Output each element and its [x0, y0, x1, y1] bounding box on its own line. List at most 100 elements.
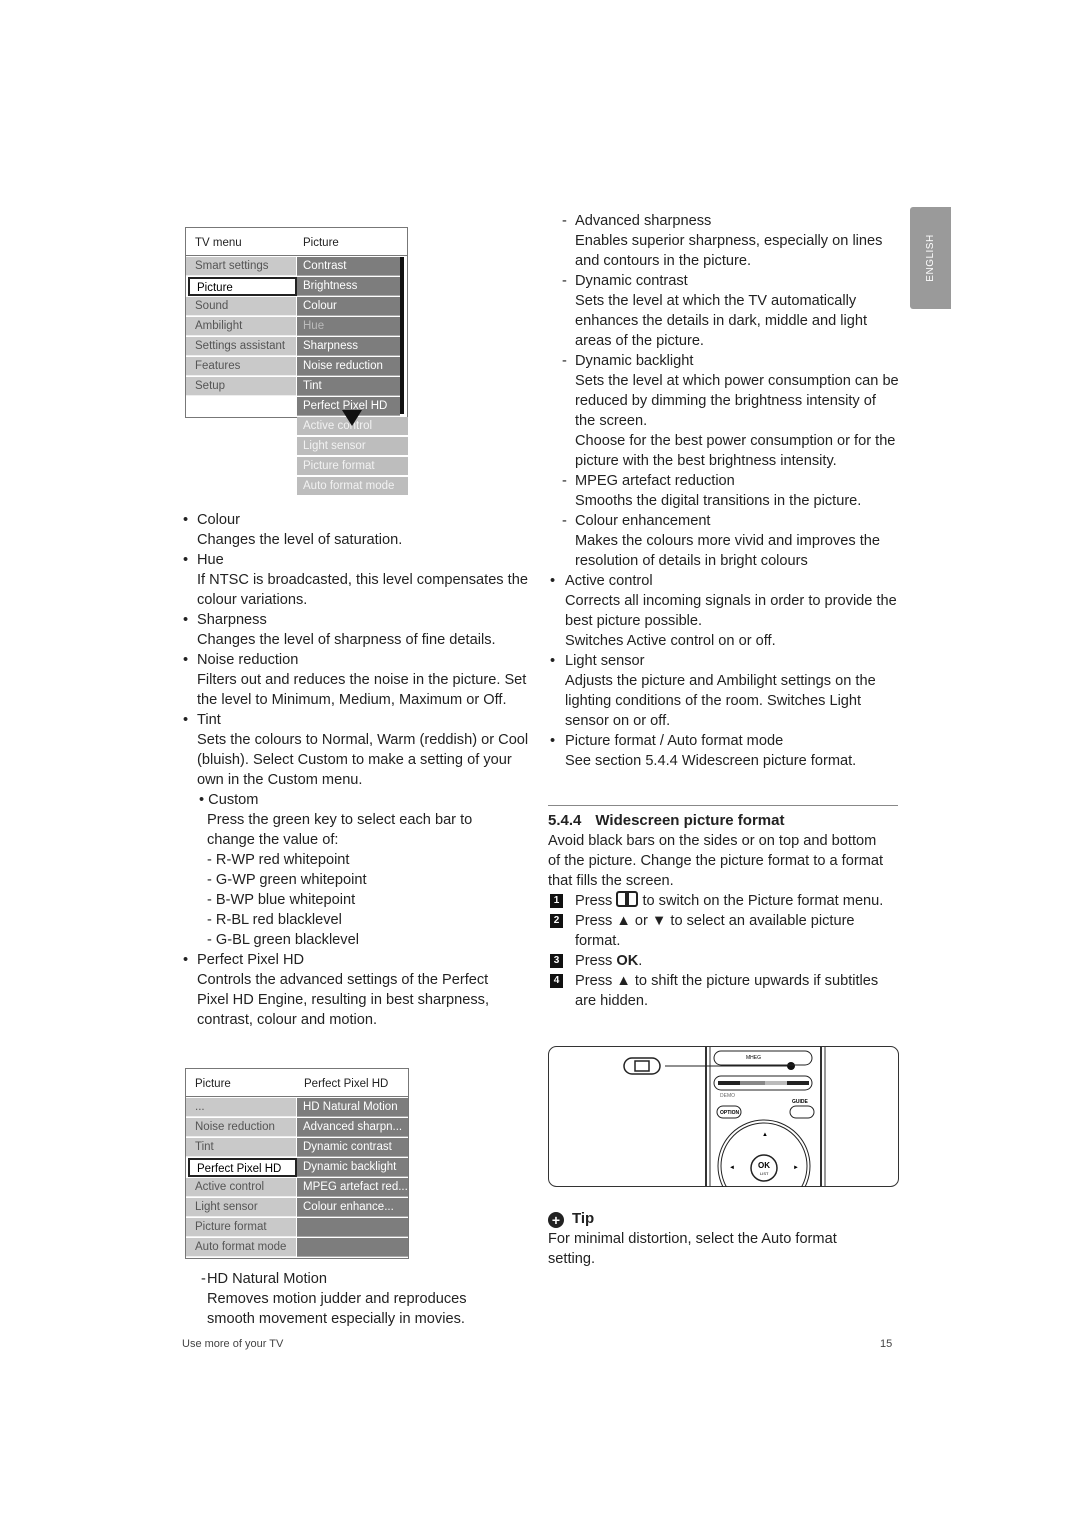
step-text: Press ▲ or ▼ to select an available pict…: [575, 913, 855, 949]
perfect-pixel-menu-screenshot: Picture Perfect Pixel HD ... Noise reducti…: [185, 1068, 409, 1259]
item-title: Noise reduction: [197, 652, 299, 668]
bullet-marker: •: [183, 952, 189, 968]
item-title: Colour enhancement: [575, 513, 711, 529]
menu-item-right[interactable]: Colour: [297, 297, 400, 316]
ok-label: OK: [758, 1161, 770, 1170]
menu-item-more[interactable]: Light sensor: [297, 437, 408, 456]
dash-marker: -: [207, 872, 216, 888]
item-title: Active control: [565, 573, 653, 589]
menu-item-right[interactable]: Brightness: [297, 277, 400, 296]
menu-item-right[interactable]: Noise reduction: [297, 357, 400, 376]
bullet-marker: •: [183, 512, 189, 528]
dash-marker: -: [562, 353, 567, 369]
menu-item-right[interactable]: Hue: [297, 317, 400, 336]
left-column: • Colour Changes the level of saturation. •…: [183, 510, 533, 1030]
menu-item-left[interactable]: Active control: [186, 1178, 296, 1197]
footer-title: Use more of your TV: [182, 1338, 284, 1350]
menu-item-right[interactable]: Sharpness: [297, 337, 400, 356]
dash-marker: -: [207, 852, 216, 868]
custom-desc: Press the green key to select each bar t…: [207, 812, 473, 848]
item-title: Perfect Pixel HD: [197, 952, 305, 968]
menu-item-left[interactable]: Settings assistant: [186, 337, 296, 356]
dash-marker: -: [207, 892, 216, 908]
item-desc: Controls the advanced settings of the Pe…: [197, 972, 490, 1028]
dash-marker: -: [562, 213, 567, 229]
menu-header-right: Picture: [303, 237, 339, 249]
option-label: OPTION: [720, 1110, 740, 1116]
step-text: Press: [575, 953, 613, 969]
menu-item-right[interactable]: Tint: [297, 377, 400, 396]
menu-item-left[interactable]: Setup: [186, 377, 296, 396]
step-4: 4 Press ▲ to shift the picture upwards if…: [548, 971, 898, 1011]
menu-item-left[interactable]: Features: [186, 357, 296, 376]
menu-item-right[interactable]: MPEG artefact red...: [297, 1178, 408, 1197]
item-desc: Removes motion judder and reproduces smo…: [207, 1291, 467, 1327]
list-item: • Sharpness Changes the level of sharpness…: [183, 610, 533, 650]
dash-marker: -: [562, 473, 567, 489]
section-title: Widescreen picture format: [595, 812, 785, 829]
menu-item-left[interactable]: Picture format: [186, 1218, 296, 1237]
demo-label: DEMO: [720, 1093, 735, 1099]
bullet-marker: •: [183, 652, 189, 668]
dash-marker: -: [201, 1271, 206, 1287]
item-desc: Changes the level of sharpness of fine d…: [197, 632, 496, 648]
custom-list-item: - G-WP green whitepoint: [207, 870, 533, 890]
tip-text: For minimal distortion, select the Auto …: [548, 1231, 837, 1267]
item-desc: Switches Active control on or off.: [565, 633, 776, 649]
remote-control-illustration: MHEG DEMO GUIDE OPTION OK LIST ▲ ◄ ►: [548, 1046, 899, 1187]
menu-item-right[interactable]: Dynamic backlight: [297, 1158, 408, 1177]
menu-item-left[interactable]: Auto format mode: [186, 1238, 296, 1257]
menu-item-right[interactable]: Contrast: [297, 257, 400, 276]
menu-item-right[interactable]: [297, 1238, 408, 1257]
section-number: 5.4.4: [548, 812, 582, 829]
menu-item-right[interactable]: Colour enhance...: [297, 1198, 408, 1217]
item-title: HD Natural Motion: [207, 1271, 328, 1287]
menu-item-right[interactable]: Advanced sharpn...: [297, 1118, 408, 1137]
menu-item-left[interactable]: Noise reduction: [186, 1118, 296, 1137]
menu-item-more[interactable]: Auto format mode: [297, 477, 408, 496]
svg-text:◄: ◄: [729, 1165, 735, 1171]
step-1: 1 Press to switch on the Picture format m…: [548, 891, 898, 911]
item-desc: Changes the level of saturation.: [197, 532, 403, 548]
menu-item-left[interactable]: ...: [186, 1098, 296, 1117]
item-desc: If NTSC is broadcasted, this level compe…: [197, 572, 528, 608]
item-title: Hue: [197, 552, 224, 568]
item-title: Light sensor: [565, 653, 645, 669]
custom-list-item: - B-WP blue whitepoint: [207, 890, 533, 910]
item-desc: Filters out and reduces the noise in the…: [197, 672, 527, 708]
list-item: • Hue If NTSC is broadcasted, this level c…: [183, 550, 533, 610]
widescreen-section: 5.4.4 Widescreen picture format Avoid bla…: [548, 805, 898, 1011]
menu-item-left[interactable]: Picture: [188, 277, 297, 296]
menu-header-right: Perfect Pixel HD: [304, 1078, 389, 1090]
menu-item-left[interactable]: Ambilight: [186, 317, 296, 336]
step-text: to switch on the Picture format menu.: [642, 893, 884, 909]
right-column: - Advanced sharpness Enables superior shar…: [548, 211, 900, 771]
item-title: Dynamic contrast: [575, 273, 688, 289]
item-desc: Choose for the best power consumption or…: [575, 433, 896, 469]
menu-item-left[interactable]: Perfect Pixel HD: [188, 1158, 297, 1177]
menu-header-left: Picture: [195, 1078, 231, 1090]
dash-marker: -: [207, 932, 216, 948]
item-desc: Sets the colours to Normal, Warm (reddis…: [197, 732, 529, 788]
tv-menu-screenshot: TV menu Picture Smart settings Picture Soun…: [185, 227, 408, 496]
menu-item-more[interactable]: Picture format: [297, 457, 408, 476]
menu-item-right[interactable]: Dynamic contrast: [297, 1138, 408, 1157]
list-item: • Colour Changes the level of saturation.: [183, 510, 533, 550]
item-desc: See section 5.4.4 Widescreen picture for…: [565, 753, 857, 769]
item-desc: Adjusts the picture and Ambilight settin…: [565, 673, 876, 729]
menu-item-left[interactable]: Sound: [186, 297, 296, 316]
scrollbar[interactable]: [400, 257, 404, 414]
menu-item-right[interactable]: [297, 1218, 408, 1237]
plus-circle-icon: +: [548, 1212, 564, 1228]
menu-item-left[interactable]: Smart settings: [186, 257, 296, 276]
dash-marker: -: [207, 912, 216, 928]
step-text: .: [638, 953, 643, 969]
menu-item-left[interactable]: Tint: [186, 1138, 296, 1157]
custom-list-item: - R-BL red blacklevel: [207, 910, 533, 930]
custom-list-item: - R-WP red whitepoint: [207, 850, 533, 870]
list-item: • Picture format / Auto format mode See se…: [548, 731, 900, 771]
custom-subitem: • Custom Press the green key to select ea…: [183, 790, 533, 950]
menu-item-left[interactable]: Light sensor: [186, 1198, 296, 1217]
custom-title: Custom: [208, 792, 259, 808]
menu-item-right[interactable]: HD Natural Motion: [297, 1098, 408, 1117]
